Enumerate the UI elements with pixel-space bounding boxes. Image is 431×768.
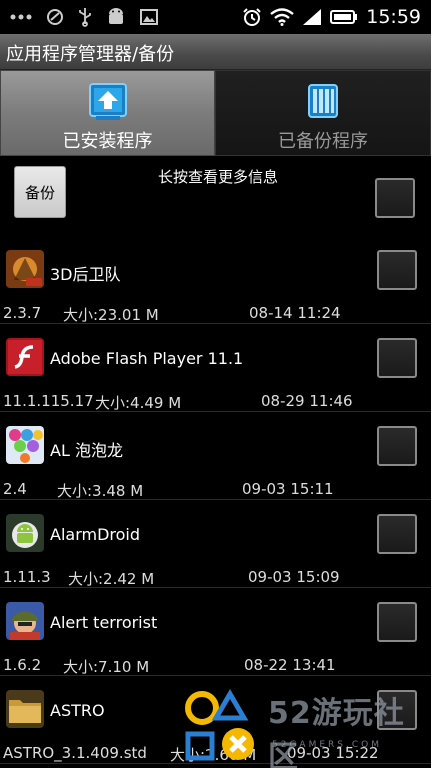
- wifi-icon: [270, 8, 294, 26]
- app-checkbox[interactable]: [377, 250, 417, 290]
- list-item[interactable]: 3D后卫队 2.3.7 大小:23.01 M 08-14 11:24: [0, 236, 431, 324]
- app-size: 大小:23.01 M: [63, 306, 159, 324]
- bubble-game-icon: [6, 426, 44, 464]
- app-version: 1.6.2: [3, 656, 42, 674]
- image-icon: [140, 9, 158, 25]
- app-meta: 2.4 大小:3.48 M 09-03 15:11: [0, 480, 431, 500]
- game-3d-icon: [6, 250, 44, 288]
- app-checkbox[interactable]: [377, 690, 417, 730]
- soldier-game-icon: [6, 602, 44, 640]
- app-date: 08-29 11:46: [261, 392, 353, 410]
- app-size: 大小:7.10 M: [63, 658, 150, 676]
- app-name: ASTRO: [50, 701, 105, 720]
- app-name: AL 泡泡龙: [50, 441, 123, 460]
- app-meta: 11.1.115.17 大小:4.49 M 08-29 11:46: [0, 392, 431, 412]
- install-upload-icon: [88, 83, 127, 120]
- signal-icon: [303, 9, 322, 25]
- usb-icon: [79, 8, 91, 27]
- list-item[interactable]: AlarmDroid 1.11.3 大小:2.42 M 09-03 15:09: [0, 500, 431, 588]
- app-meta: ASTRO_3.1.409.std 大小:2.60 M 09-03 15:22: [0, 744, 431, 764]
- tab-backed-up[interactable]: 已备份程序: [215, 70, 431, 156]
- app-name: Adobe Flash Player 11.1: [50, 349, 244, 368]
- status-bar: 15:59: [0, 0, 431, 34]
- flash-icon: [6, 338, 44, 376]
- app-size: 大小:4.49 M: [95, 394, 182, 412]
- title-bar: 应用程序管理器/备份: [0, 34, 431, 70]
- app-version: ASTRO_3.1.409.std: [3, 744, 147, 762]
- app-size: 大小:3.48 M: [57, 482, 144, 500]
- folder-icon: [6, 690, 44, 728]
- app-version: 11.1.115.17: [3, 392, 94, 410]
- app-meta: 2.3.7 大小:23.01 M 08-14 11:24: [0, 304, 431, 324]
- phone-blocked-icon: [47, 9, 63, 25]
- more-icon: [10, 14, 32, 20]
- app-version: 1.11.3: [3, 568, 51, 586]
- tab-installed[interactable]: 已安装程序: [0, 70, 215, 156]
- page-title: 应用程序管理器/备份: [6, 44, 175, 65]
- app-checkbox[interactable]: [377, 602, 417, 642]
- tab-bar: 已安装程序 已备份程序: [0, 70, 431, 156]
- clock: 15:59: [366, 6, 421, 28]
- app-checkbox[interactable]: [377, 514, 417, 554]
- app-name: Alert terrorist: [50, 613, 158, 632]
- list-item[interactable]: ASTRO ASTRO_3.1.409.std 大小:2.60 M 09-03 …: [0, 676, 431, 764]
- list-item[interactable]: AL 泡泡龙 2.4 大小:3.48 M 09-03 15:11: [0, 412, 431, 500]
- app-date: 08-22 13:41: [244, 656, 336, 674]
- app-name: AlarmDroid: [50, 525, 141, 544]
- list-header: 备份 长按查看更多信息: [0, 158, 431, 230]
- app-checkbox[interactable]: [377, 426, 417, 466]
- backup-button[interactable]: 备份: [14, 166, 66, 218]
- long-press-hint: 长按查看更多信息: [158, 168, 279, 186]
- app-checkbox[interactable]: [377, 338, 417, 378]
- android-debug-icon: [109, 8, 123, 24]
- android-alarm-icon: [6, 514, 44, 552]
- app-date: 09-03 15:09: [248, 568, 340, 586]
- app-size: 大小:2.60 M: [170, 746, 257, 764]
- battery-icon: [330, 10, 358, 24]
- app-size: 大小:2.42 M: [68, 570, 155, 588]
- app-list: 3D后卫队 2.3.7 大小:23.01 M 08-14 11:24 Adobe…: [0, 236, 431, 764]
- tab-installed-label: 已安装程序: [62, 131, 153, 152]
- app-name: 3D后卫队: [50, 265, 121, 284]
- app-date: 09-03 15:22: [287, 744, 379, 762]
- app-meta: 1.11.3 大小:2.42 M 09-03 15:09: [0, 568, 431, 588]
- list-item[interactable]: Alert terrorist 1.6.2 大小:7.10 M 08-22 13…: [0, 588, 431, 676]
- app-version: 2.4: [3, 480, 27, 498]
- select-all-checkbox[interactable]: [375, 178, 415, 218]
- app-meta: 1.6.2 大小:7.10 M 08-22 13:41: [0, 656, 431, 676]
- app-version: 2.3.7: [3, 304, 42, 322]
- app-date: 08-14 11:24: [249, 304, 341, 322]
- app-date: 09-03 15:11: [242, 480, 334, 498]
- tab-backed-up-label: 已备份程序: [278, 131, 368, 152]
- alarm-icon: [243, 8, 261, 26]
- backup-server-icon: [308, 84, 338, 118]
- list-item[interactable]: Adobe Flash Player 11.1 11.1.115.17 大小:4…: [0, 324, 431, 412]
